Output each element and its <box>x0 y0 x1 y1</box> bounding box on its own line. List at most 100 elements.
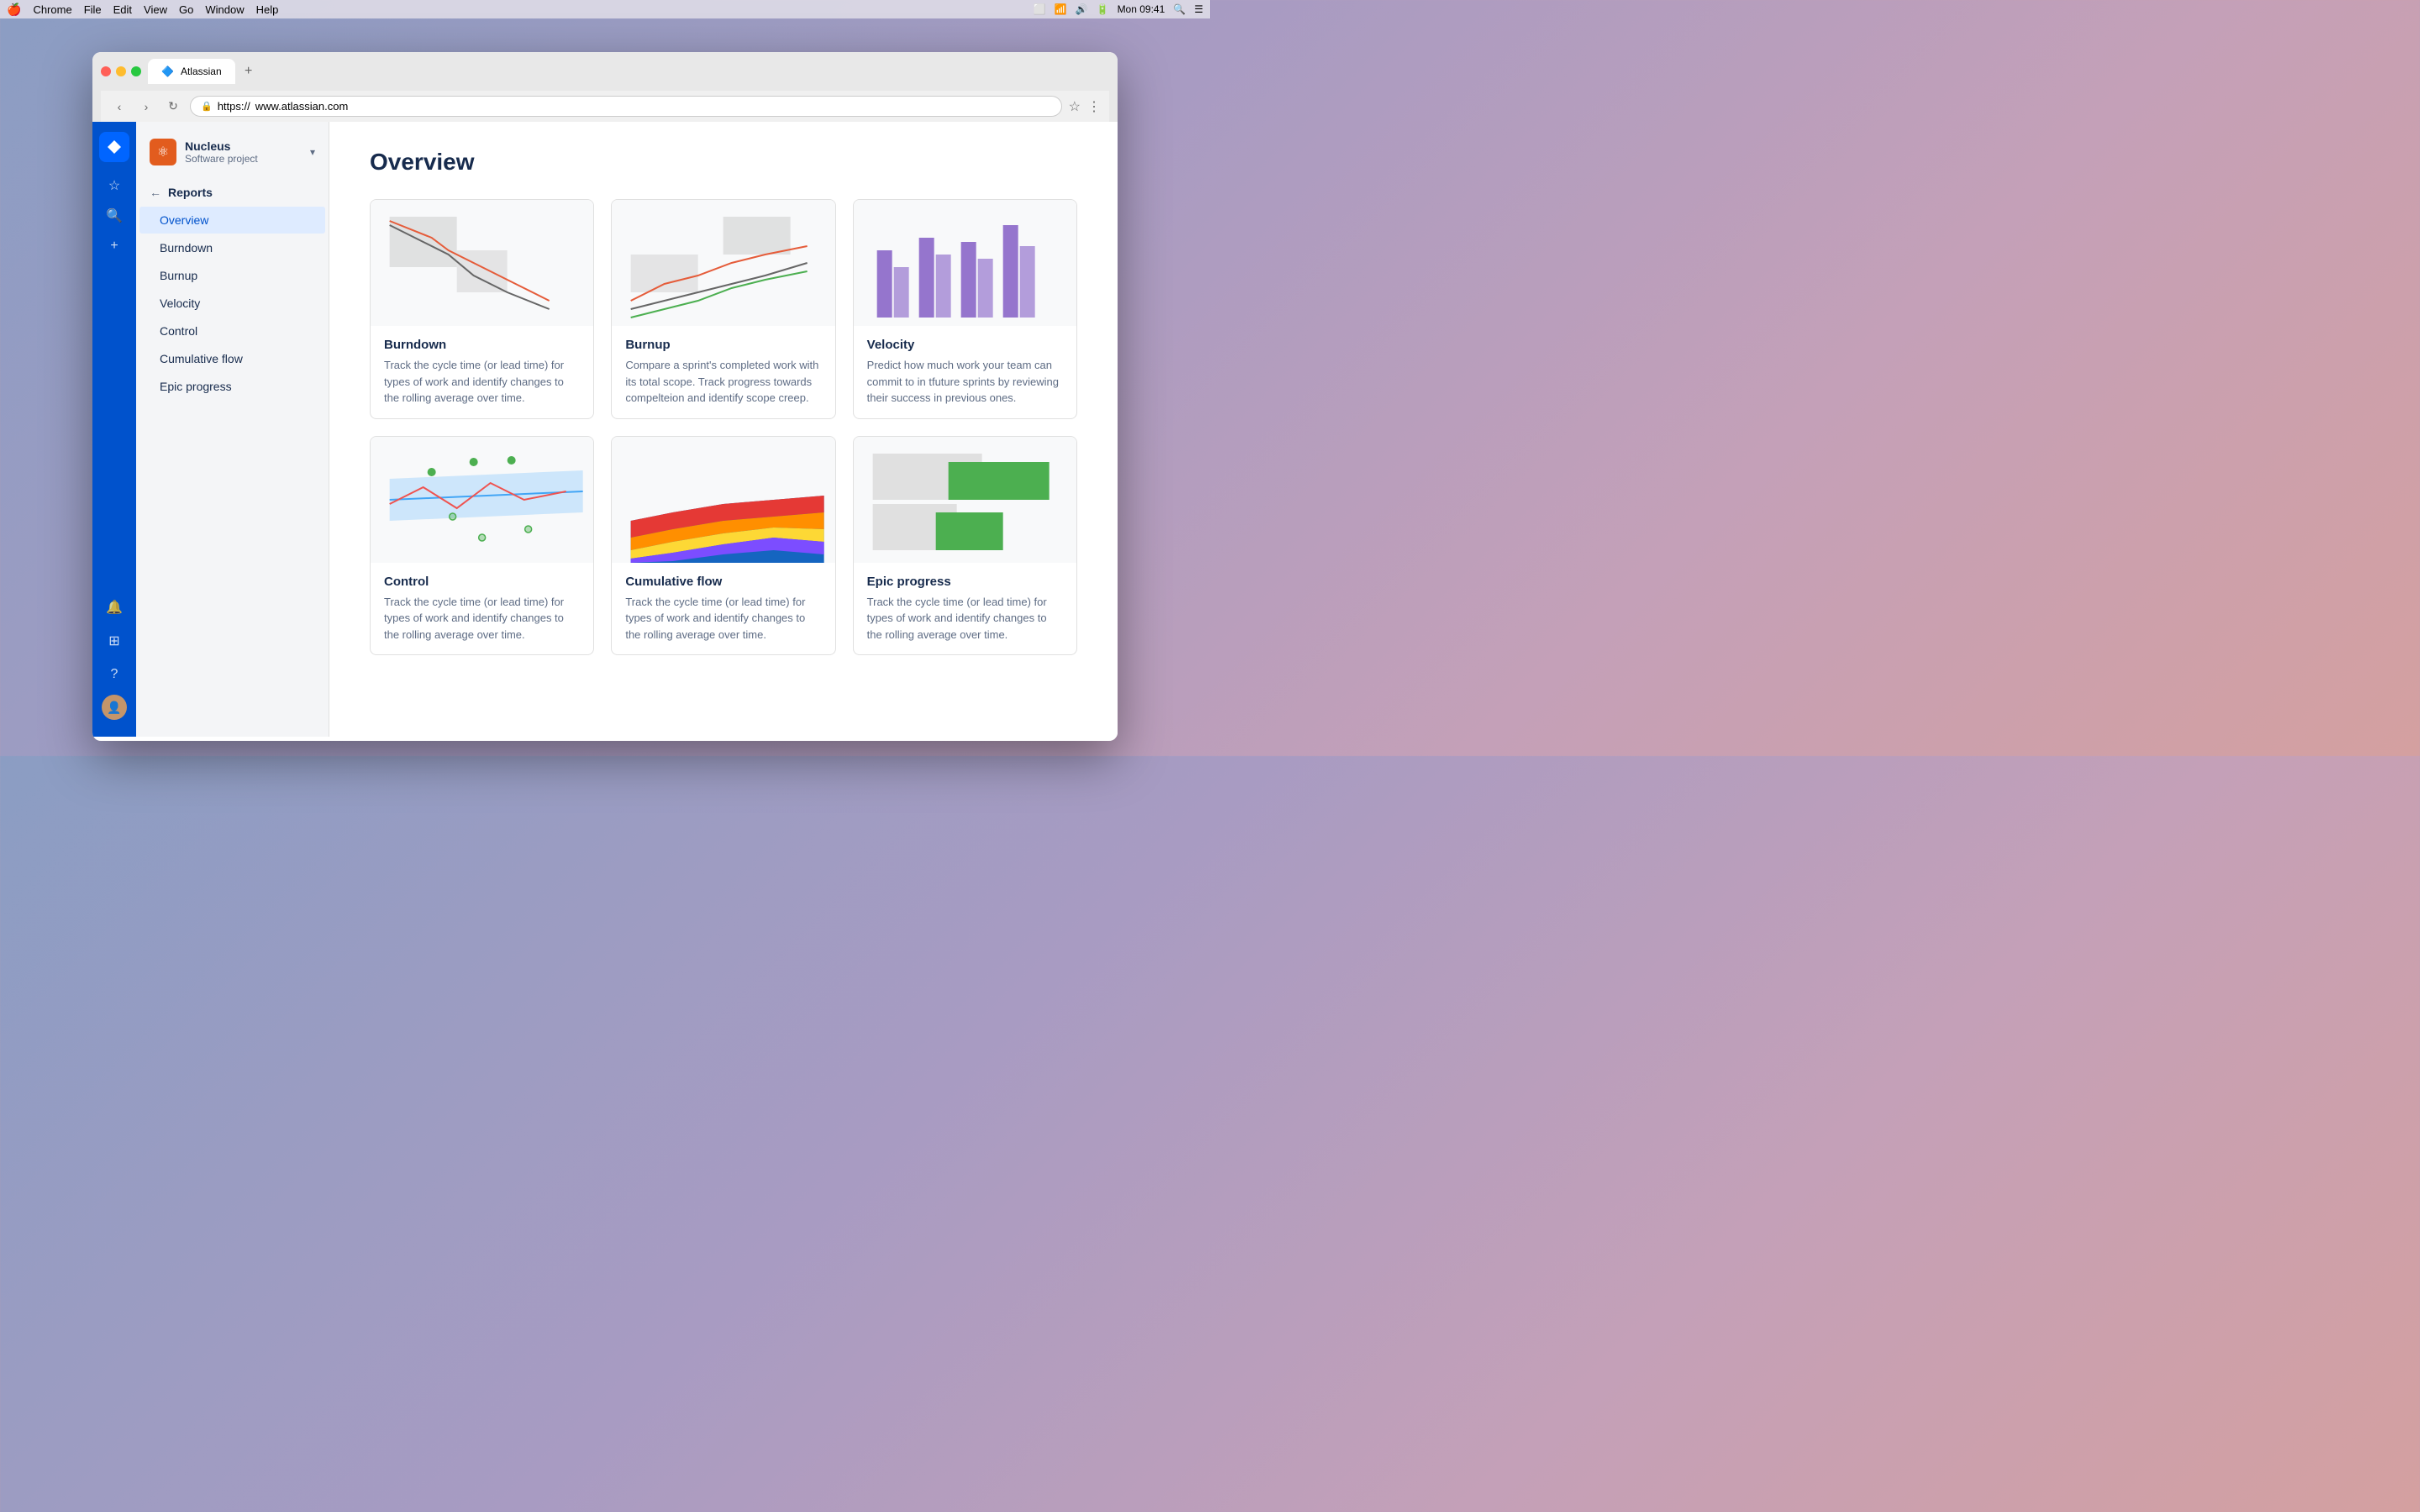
browser-titlebar: 🔷 Atlassian + <box>101 59 1109 84</box>
cumulative-flow-title: Cumulative flow <box>625 575 821 589</box>
minimize-button[interactable] <box>116 66 126 76</box>
nav-section-title: Reports <box>168 186 213 199</box>
project-info: Nucleus Software project <box>185 139 302 165</box>
control-chart <box>371 437 593 563</box>
menubar-right: ⬜ 📶 🔊 🔋 Mon 09:41 🔍 ☰ <box>1034 3 1203 15</box>
nav-item-burndown[interactable]: Burndown <box>139 234 325 261</box>
epic-progress-info: Epic progress Track the cycle time (or l… <box>854 563 1076 655</box>
burnup-chart <box>612 200 834 326</box>
report-card-cumulative-flow[interactable]: Cumulative flow Track the cycle time (or… <box>611 436 835 656</box>
menu-help[interactable]: Help <box>256 3 279 16</box>
wifi-icon: 📶 <box>1055 3 1067 15</box>
menu-window[interactable]: Window <box>205 3 244 16</box>
tab-bar: 🔷 Atlassian + <box>148 59 1109 84</box>
burnup-info: Burnup Compare a sprint's completed work… <box>612 326 834 418</box>
nav-item-velocity[interactable]: Velocity <box>139 290 325 317</box>
menu-edit[interactable]: Edit <box>113 3 132 16</box>
menubar: 🍎 Chrome File Edit View Go Window Help ⬜… <box>0 0 1210 18</box>
clock: Mon 09:41 <box>1118 3 1165 15</box>
traffic-lights <box>101 66 141 76</box>
velocity-chart <box>854 200 1076 326</box>
volume-icon: 🔊 <box>1076 3 1088 15</box>
sidebar-search-icon[interactable]: 🔍 <box>101 202 128 229</box>
epic-progress-desc: Track the cycle time (or lead time) for … <box>867 594 1063 643</box>
maximize-button[interactable] <box>131 66 141 76</box>
control-title: Control <box>384 575 580 589</box>
bookmark-icon[interactable]: ☆ <box>1069 98 1081 115</box>
browser-chrome: 🔷 Atlassian + ‹ › ↻ 🔒 https:// www.atlas… <box>92 52 1118 122</box>
sidebar-apps-icon[interactable]: ⊞ <box>101 627 128 654</box>
page-title: Overview <box>370 149 1077 176</box>
menubar-left: 🍎 Chrome File Edit View Go Window Help <box>7 3 278 17</box>
lock-icon: 🔒 <box>201 101 213 112</box>
menu-go[interactable]: Go <box>179 3 193 16</box>
control-desc: Track the cycle time (or lead time) for … <box>384 594 580 643</box>
app-logo <box>99 132 129 162</box>
sidebar-notifications-icon[interactable]: 🔔 <box>101 594 128 621</box>
toolbar-actions: ☆ ⋮ <box>1069 98 1101 115</box>
screen-share-icon: ⬜ <box>1034 3 1046 15</box>
project-chevron-icon[interactable]: ▾ <box>310 146 315 158</box>
forward-button[interactable]: › <box>136 97 156 117</box>
menu-file[interactable]: File <box>84 3 102 16</box>
tab-title: Atlassian <box>181 66 222 77</box>
report-card-burndown[interactable]: Burndown Track the cycle time (or lead t… <box>370 199 594 419</box>
nav-item-burnup[interactable]: Burnup <box>139 262 325 289</box>
user-avatar[interactable]: 👤 <box>102 695 127 720</box>
burndown-chart <box>371 200 593 326</box>
epic-progress-chart <box>854 437 1076 563</box>
new-tab-button[interactable]: + <box>239 61 259 81</box>
burndown-desc: Track the cycle time (or lead time) for … <box>384 357 580 407</box>
burndown-title: Burndown <box>384 338 580 352</box>
reports-grid: Burndown Track the cycle time (or lead t… <box>370 199 1077 655</box>
velocity-info: Velocity Predict how much work your team… <box>854 326 1076 418</box>
more-options-icon[interactable]: ⋮ <box>1087 98 1101 115</box>
sidebar-add-icon[interactable]: + <box>101 233 128 260</box>
project-icon: ⚛ <box>150 139 176 165</box>
nav-item-control[interactable]: Control <box>139 318 325 344</box>
report-card-velocity[interactable]: Velocity Predict how much work your team… <box>853 199 1077 419</box>
cumulative-flow-chart <box>612 437 834 563</box>
nav-sidebar: ⚛ Nucleus Software project ▾ ← Reports O… <box>136 122 329 737</box>
close-button[interactable] <box>101 66 111 76</box>
app-layout: ☆ 🔍 + 🔔 ⊞ ? 👤 ⚛ Nucleus Software project… <box>92 122 1118 737</box>
browser-toolbar: ‹ › ↻ 🔒 https:// www.atlassian.com ☆ ⋮ <box>101 91 1109 122</box>
nav-item-epic-progress[interactable]: Epic progress <box>139 373 325 400</box>
sidebar-icons: ☆ 🔍 + 🔔 ⊞ ? 👤 <box>92 122 136 737</box>
battery-icon: 🔋 <box>1097 3 1109 15</box>
velocity-title: Velocity <box>867 338 1063 352</box>
nav-item-overview[interactable]: Overview <box>139 207 325 234</box>
back-button[interactable]: ‹ <box>109 97 129 117</box>
report-card-burnup[interactable]: Burnup Compare a sprint's completed work… <box>611 199 835 419</box>
control-info: Control Track the cycle time (or lead ti… <box>371 563 593 655</box>
velocity-desc: Predict how much work your team can comm… <box>867 357 1063 407</box>
nav-item-cumulative-flow[interactable]: Cumulative flow <box>139 345 325 372</box>
epic-progress-title: Epic progress <box>867 575 1063 589</box>
burndown-info: Burndown Track the cycle time (or lead t… <box>371 326 593 418</box>
main-content: Overview <box>329 122 1118 737</box>
search-icon[interactable]: 🔍 <box>1173 3 1186 15</box>
reload-button[interactable]: ↻ <box>163 97 183 117</box>
nav-section-header[interactable]: ← Reports <box>136 179 329 206</box>
apple-menu[interactable]: 🍎 <box>7 3 21 17</box>
url-protocol: https:// <box>218 100 250 113</box>
burnup-title: Burnup <box>625 338 821 352</box>
sidebar-help-icon[interactable]: ? <box>101 661 128 688</box>
browser-window: 🔷 Atlassian + ‹ › ↻ 🔒 https:// www.atlas… <box>92 52 1118 741</box>
url-domain: www.atlassian.com <box>255 100 349 113</box>
report-card-control[interactable]: Control Track the cycle time (or lead ti… <box>370 436 594 656</box>
cumulative-flow-info: Cumulative flow Track the cycle time (or… <box>612 563 834 655</box>
project-header: ⚛ Nucleus Software project ▾ <box>136 132 329 172</box>
report-card-epic-progress[interactable]: Epic progress Track the cycle time (or l… <box>853 436 1077 656</box>
back-arrow-icon: ← <box>150 186 161 199</box>
cumulative-flow-desc: Track the cycle time (or lead time) for … <box>625 594 821 643</box>
project-type: Software project <box>185 153 302 165</box>
menu-view[interactable]: View <box>144 3 167 16</box>
address-bar[interactable]: 🔒 https:// www.atlassian.com <box>190 96 1062 117</box>
atlassian-tab-icon: 🔷 <box>161 66 174 77</box>
menu-chrome[interactable]: Chrome <box>33 3 71 16</box>
sidebar-starred-icon[interactable]: ☆ <box>101 172 128 199</box>
browser-tab[interactable]: 🔷 Atlassian <box>148 59 235 84</box>
project-name: Nucleus <box>185 139 302 153</box>
control-center-icon[interactable]: ☰ <box>1194 3 1203 15</box>
